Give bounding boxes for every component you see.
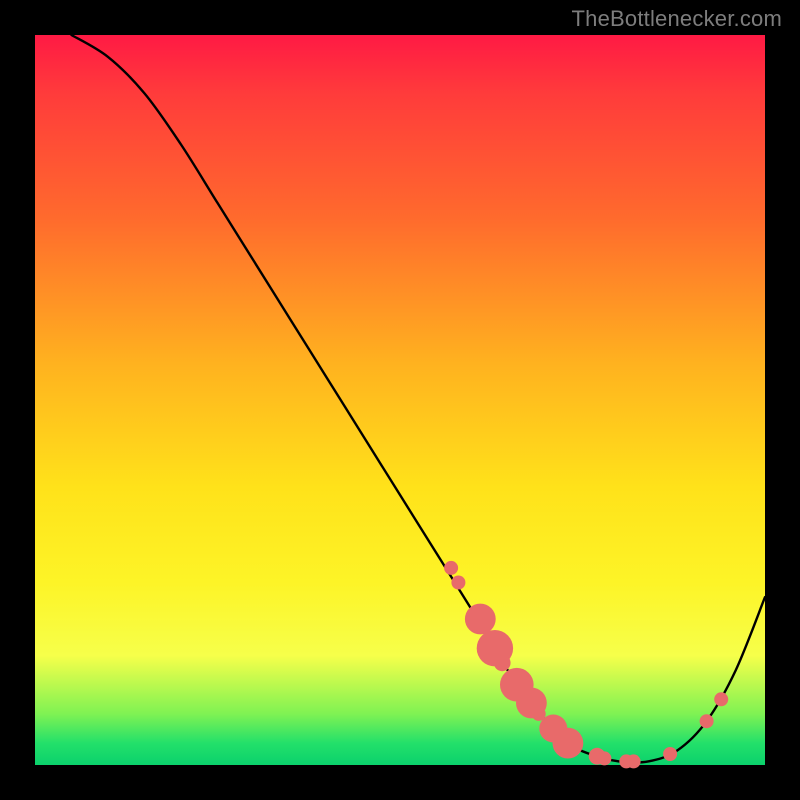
curve-marker [451,576,465,590]
curve-marker [714,692,728,706]
chart-overlay [35,35,765,765]
watermark-label: TheBottlenecker.com [572,6,782,32]
curve-marker [663,747,677,761]
curve-marker [553,728,584,759]
curve-marker [597,751,611,765]
curve-marker [494,654,511,671]
curve-marker [700,714,714,728]
curve-markers [444,561,728,769]
chart-frame: TheBottlenecker.com [0,0,800,800]
bottleneck-curve [72,35,766,763]
curve-marker [465,604,496,635]
curve-marker [627,754,641,768]
curve-marker [444,561,458,575]
